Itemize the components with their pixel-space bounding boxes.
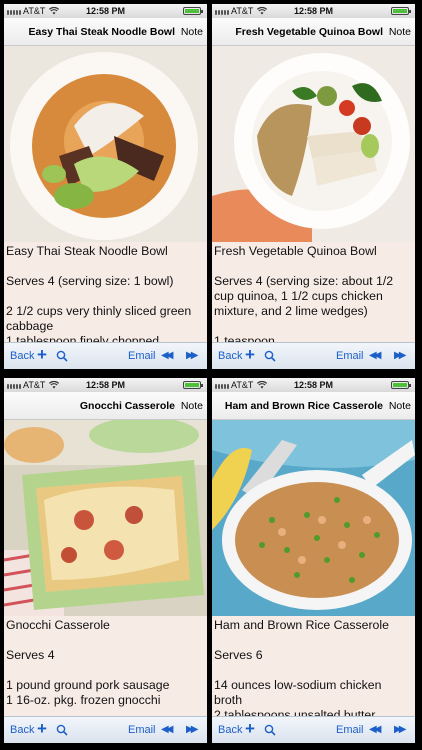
add-icon[interactable]: + — [245, 345, 255, 365]
recipe-line: Fresh Vegetable Quinoa Bowl — [214, 244, 377, 258]
nav-bar: Easy Thai Steak Noodle Bowl Note — [4, 18, 207, 46]
status-bar: AT&T 12:58 PM — [4, 4, 207, 18]
note-button[interactable]: Note — [181, 26, 203, 38]
nav-bar: Ham and Brown Rice Casserole Note — [212, 392, 415, 420]
status-time: 12:58 PM — [293, 6, 334, 16]
add-icon[interactable]: + — [37, 719, 47, 739]
search-icon[interactable] — [264, 350, 276, 362]
bottom-toolbar: Back + Email ◀◀ ▶▶ — [4, 342, 207, 369]
next-icon[interactable]: ▶▶ — [186, 350, 199, 361]
bottom-toolbar: Back + Email ◀◀ ▶▶ — [212, 342, 415, 369]
back-button[interactable]: Back — [218, 724, 242, 736]
recipe-text: Gnocchi Casserole Serves 4 1 pound groun… — [6, 618, 204, 718]
page-title: Ham and Brown Rice Casserole — [224, 400, 383, 412]
note-button[interactable]: Note — [181, 400, 203, 412]
note-button[interactable]: Note — [389, 400, 411, 412]
email-button[interactable]: Email — [128, 350, 156, 362]
recipe-screen-1: AT&T 12:58 PM Easy Thai Steak Noodle Bow… — [4, 4, 207, 369]
recipe-photo — [4, 420, 207, 616]
back-button[interactable]: Back — [218, 350, 242, 362]
status-bar: AT&T 12:58 PM — [4, 378, 207, 392]
previous-icon[interactable]: ◀◀ — [369, 724, 382, 735]
recipe-photo — [4, 46, 207, 242]
previous-icon[interactable]: ◀◀ — [161, 350, 174, 361]
search-icon[interactable] — [56, 724, 68, 736]
status-time: 12:58 PM — [85, 6, 126, 16]
recipe-screen-3: AT&T 12:58 PM Gnocchi Casserole Note Gno… — [4, 378, 207, 743]
recipe-text: Easy Thai Steak Noodle Bowl Serves 4 (se… — [6, 244, 204, 344]
recipe-photo — [212, 420, 415, 616]
add-icon[interactable]: + — [245, 719, 255, 739]
bottom-toolbar: Back + Email ◀◀ ▶▶ — [4, 716, 207, 743]
recipe-text: Ham and Brown Rice Casserole Serves 6 14… — [214, 618, 412, 718]
recipe-line: Ham and Brown Rice Casserole — [214, 618, 389, 632]
bottom-toolbar: Back + Email ◀◀ ▶▶ — [212, 716, 415, 743]
battery-icon — [391, 381, 411, 389]
previous-icon[interactable]: ◀◀ — [161, 724, 174, 735]
email-button[interactable]: Email — [336, 350, 364, 362]
page-title: Easy Thai Steak Noodle Bowl — [28, 26, 175, 38]
recipe-photo — [212, 46, 415, 242]
next-icon[interactable]: ▶▶ — [394, 724, 407, 735]
status-time: 12:58 PM — [85, 380, 126, 390]
status-time: 12:58 PM — [293, 380, 334, 390]
recipe-line: 2 1/2 cups very thinly sliced green cabb… — [6, 304, 192, 333]
recipe-line: Serves 4 (serving size: about 1/2 cup qu… — [214, 274, 394, 318]
battery-icon — [183, 7, 203, 15]
recipe-line: Serves 6 — [214, 648, 263, 662]
recipe-line: Serves 4 (serving size: 1 bowl) — [6, 274, 174, 288]
recipe-line: 14 ounces low-sodium chicken broth — [214, 678, 382, 707]
recipe-line: Serves 4 — [6, 648, 55, 662]
recipe-screen-2: AT&T 12:58 PM Fresh Vegetable Quinoa Bow… — [212, 4, 415, 369]
email-button[interactable]: Email — [128, 724, 156, 736]
next-icon[interactable]: ▶▶ — [186, 724, 199, 735]
email-button[interactable]: Email — [336, 724, 364, 736]
recipe-text: Fresh Vegetable Quinoa Bowl Serves 4 (se… — [214, 244, 412, 344]
back-button[interactable]: Back — [10, 350, 34, 362]
recipe-line: Easy Thai Steak Noodle Bowl — [6, 244, 168, 258]
battery-icon — [183, 381, 203, 389]
search-icon[interactable] — [56, 350, 68, 362]
quinoa-bowl-image — [212, 46, 415, 242]
previous-icon[interactable]: ◀◀ — [369, 350, 382, 361]
next-icon[interactable]: ▶▶ — [394, 350, 407, 361]
search-icon[interactable] — [264, 724, 276, 736]
status-bar: AT&T 12:58 PM — [212, 378, 415, 392]
recipe-line: 1 pound ground pork sausage — [6, 678, 170, 692]
recipe-line: Gnocchi Casserole — [6, 618, 110, 632]
page-title: Gnocchi Casserole — [79, 400, 175, 412]
noodle-bowl-image — [4, 46, 207, 242]
nav-bar: Fresh Vegetable Quinoa Bowl Note — [212, 18, 415, 46]
rice-skillet-image — [212, 420, 415, 616]
add-icon[interactable]: + — [37, 345, 47, 365]
recipe-line: 1 16-oz. pkg. frozen gnocchi — [6, 693, 161, 707]
page-title: Fresh Vegetable Quinoa Bowl — [235, 26, 383, 38]
recipe-screen-4: AT&T 12:58 PM Ham and Brown Rice Cassero… — [212, 378, 415, 743]
back-button[interactable]: Back — [10, 724, 34, 736]
note-button[interactable]: Note — [389, 26, 411, 38]
battery-icon — [391, 7, 411, 15]
status-bar: AT&T 12:58 PM — [212, 4, 415, 18]
casserole-dish-image — [4, 420, 207, 616]
nav-bar: Gnocchi Casserole Note — [4, 392, 207, 420]
